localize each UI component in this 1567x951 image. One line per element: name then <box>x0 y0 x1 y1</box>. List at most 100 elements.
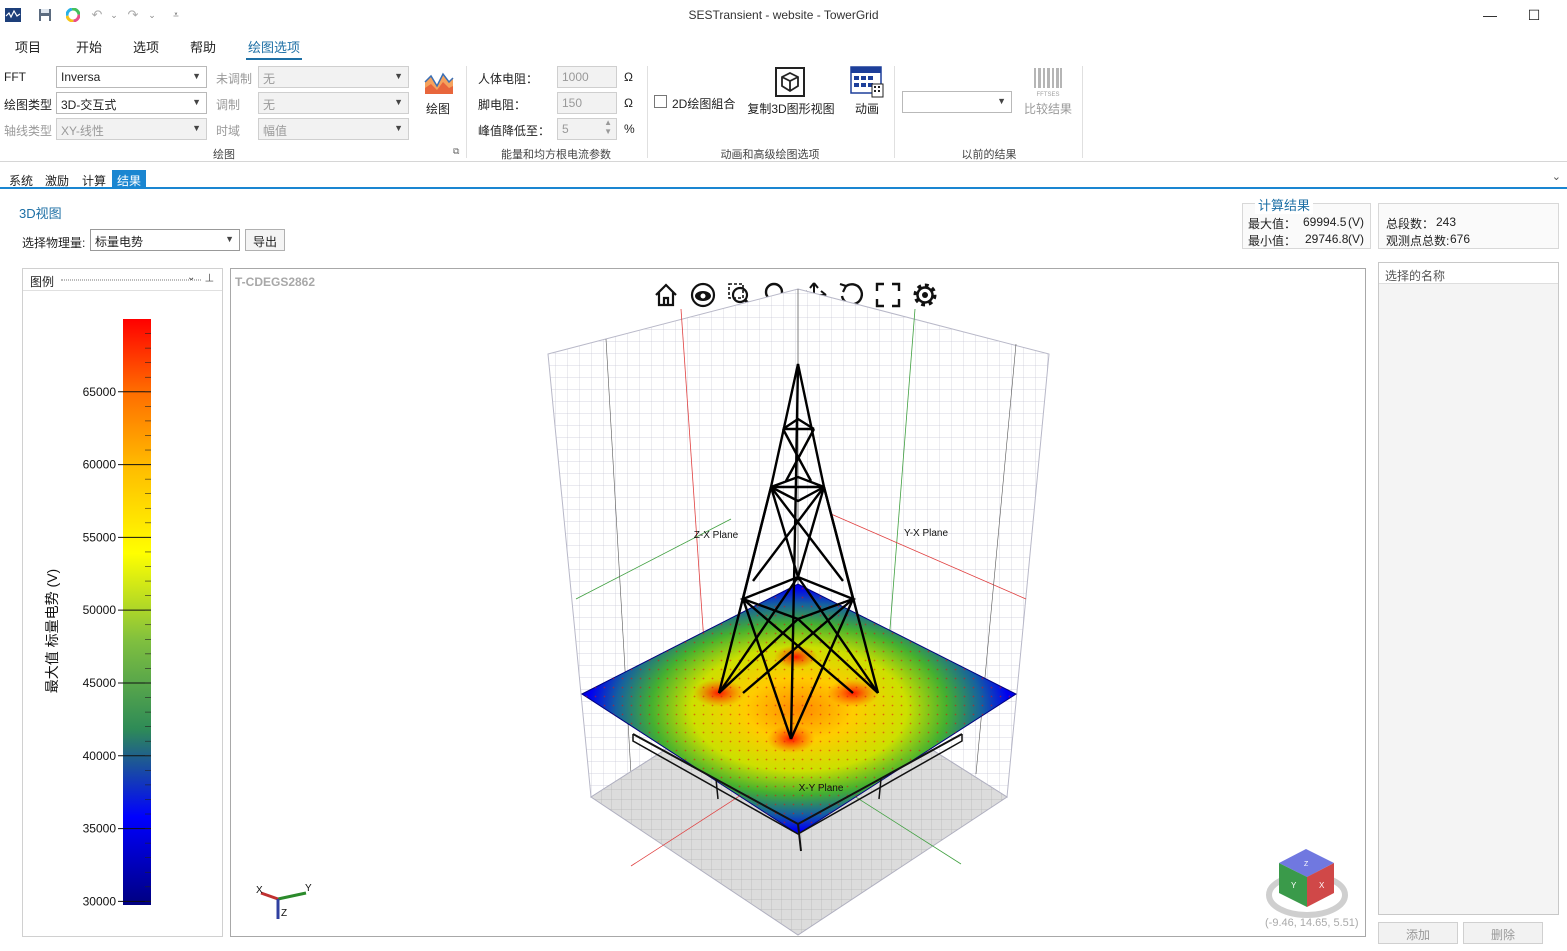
copy-3d-view-button[interactable]: 复制3D图形视图 <box>745 66 837 118</box>
chevron-down-icon: ▼ <box>394 71 403 81</box>
observation-label: 观测点总数: <box>1386 234 1450 248</box>
area-chart-icon <box>424 72 454 94</box>
compare-results-label: 比较结果 <box>1023 102 1072 116</box>
plot-type-value: 3D-交互式 <box>61 98 117 112</box>
legend-grip <box>61 279 201 281</box>
export-button[interactable]: 导出 <box>245 229 285 251</box>
plot-type-label: 绘图类型 <box>4 98 53 112</box>
tab-system[interactable]: 系统 <box>4 170 38 189</box>
unmodulated-value: 无 <box>263 72 276 86</box>
menu-options[interactable]: 选项 <box>133 37 159 56</box>
legend-header: 图例 ⌄ ⊣ <box>23 269 222 291</box>
add-button[interactable]: 添加 <box>1378 922 1458 944</box>
foot-resistance-input[interactable]: 150 <box>557 92 617 114</box>
min-label: 最小值： <box>1248 234 1297 248</box>
ribbon-separator <box>1082 66 1083 158</box>
plot-button[interactable]: 绘图 <box>420 66 456 118</box>
axis-x-label: X <box>256 885 263 896</box>
results-content: 3D视图 选择物理量: 标量电势 ▼ 导出 计算结果 最大值： 69994.5 (… <box>0 191 1567 951</box>
min-value: 29746.8 <box>1305 232 1349 246</box>
legend-tick-label: 65000 <box>83 385 117 399</box>
ribbon-separator <box>647 66 648 158</box>
max-unit: (V) <box>1348 215 1364 229</box>
delete-button[interactable]: 删除 <box>1463 922 1543 944</box>
fft-label: FFT <box>4 70 26 84</box>
previous-group-label: 以前的结果 <box>961 149 1017 161</box>
pin-icon[interactable]: ⊣ <box>202 273 215 283</box>
quantity-select[interactable]: 标量电势 ▼ <box>90 229 240 251</box>
calc-results-box: 计算结果 最大值： 69994.5 (V) 最小值： 29746.8 (V) <box>1242 195 1371 249</box>
copy-3d-view-label: 复制3D图形视图 <box>747 102 835 116</box>
tab-computation[interactable]: 计算 <box>77 170 111 189</box>
combine-2d-label: 2D绘图組合 <box>672 97 736 111</box>
chevron-down-icon: ▼ <box>394 97 403 107</box>
legend-tick-label: 50000 <box>83 603 117 617</box>
plot-group-label: 绘图 <box>213 149 235 161</box>
collapse-ribbon-icon[interactable]: ⌄ <box>1552 170 1561 183</box>
modulated-value: 无 <box>263 98 276 112</box>
compare-results-button[interactable]: FFTSES 比较结果 <box>1020 66 1076 118</box>
legend-tick-label: 40000 <box>83 749 117 763</box>
chevron-down-icon: ▼ <box>997 96 1006 106</box>
quantity-label: 选择物理量: <box>22 236 86 250</box>
ribbon: FFT Inversa ▼ 绘图类型 3D-交互式 ▼ 轴线类型 XY-线性 ▼ 未调… <box>0 60 1567 162</box>
legend-tick-label: 35000 <box>83 822 117 836</box>
chevron-down-icon: ▼ <box>192 123 201 133</box>
chevron-down-icon: ▼ <box>225 234 234 244</box>
zx-plane-label: Z-X Plane <box>694 530 739 541</box>
max-value: 69994.5 <box>1303 215 1347 229</box>
fft-select[interactable]: Inversa ▼ <box>56 66 207 88</box>
legend-panel: 图例 ⌄ ⊣ 65000 60000 55000 50000 45000 400… <box>22 268 223 937</box>
minimize-button[interactable]: — <box>1478 4 1502 26</box>
foot-resistance-label: 脚电阻： <box>478 98 527 112</box>
dialog-launcher-icon[interactable]: ⧉ <box>453 146 459 157</box>
animation-button[interactable]: 动画 <box>848 66 886 118</box>
axis-triad: X Y Z <box>256 883 312 919</box>
menu-plot-options[interactable]: 绘图选项 <box>245 37 303 60</box>
axis-z-label: Z <box>281 908 287 919</box>
peak-reduction-stepper[interactable]: 5 ▲ ▼ <box>557 118 617 140</box>
menu-start[interactable]: 开始 <box>76 37 102 56</box>
animation-group-label: 动画和高级绘图选项 <box>720 149 820 161</box>
legend-axis-title: 最大值 标量电势 (V) <box>44 569 60 693</box>
previous-results-select[interactable]: ▼ <box>902 91 1012 113</box>
body-resistance-input[interactable]: 1000 <box>557 66 617 88</box>
menu-help[interactable]: 帮助 <box>190 37 216 56</box>
ohm-unit: Ω <box>624 96 633 110</box>
menu-project[interactable]: 项目 <box>15 37 41 56</box>
tab-results[interactable]: 结果 <box>112 170 147 189</box>
animation-icon <box>850 66 884 98</box>
menu-bar: 项目 开始 选项 帮助 绘图选项 <box>0 30 1567 60</box>
selection-title: 选择的名称 <box>1385 269 1446 283</box>
legend-menu-icon[interactable]: ⌄ <box>187 272 195 283</box>
energy-group-label: 能量和均方根电流参数 <box>501 149 611 161</box>
3d-viewport[interactable]: T-CDEGS2862 Z-X Plane Y-X Plane X-Y Plan… <box>230 268 1366 937</box>
observation-value: 676 <box>1450 232 1471 246</box>
percent-unit: % <box>624 122 635 136</box>
legend-tick-label: 30000 <box>83 894 117 908</box>
combine-2d-checkbox[interactable] <box>654 95 667 108</box>
peak-reduction-value: 5 <box>562 122 569 136</box>
xy-plane-label: X-Y Plane <box>799 783 844 794</box>
modulated-select[interactable]: 无 ▼ <box>258 92 409 114</box>
selection-header: 选择的名称 <box>1379 263 1558 284</box>
plot-type-select[interactable]: 3D-交互式 ▼ <box>56 92 207 114</box>
maximize-button[interactable]: ☐ <box>1522 4 1546 26</box>
app-window: ↶ ⌄ ↷ ⌄ ⩡ SESTransient - website - Tower… <box>0 0 1567 951</box>
window-title: SESTransient - website - TowerGrid <box>688 8 879 22</box>
tab-excitation[interactable]: 激励 <box>40 170 74 189</box>
calc-results-title: 计算结果 <box>1255 195 1314 214</box>
time-domain-select[interactable]: 幅值 ▼ <box>258 118 409 140</box>
cube-outline-icon <box>775 67 805 97</box>
modulated-label: 调制 <box>216 98 241 112</box>
spin-arrows-icon[interactable]: ▲ ▼ <box>604 118 612 136</box>
unmodulated-select[interactable]: 无 ▼ <box>258 66 409 88</box>
axis-type-value: XY-线性 <box>61 124 104 138</box>
chevron-down-icon: ▼ <box>192 97 201 107</box>
peak-reduction-label: 峰值降低至： <box>478 124 551 138</box>
view-title: 3D视图 <box>19 206 62 221</box>
selection-panel: 选择的名称 <box>1378 262 1559 915</box>
view-cube[interactable]: Y X Z <box>1266 849 1348 918</box>
axis-type-select[interactable]: XY-线性 ▼ <box>56 118 207 140</box>
cube-face-x: X <box>1319 881 1325 890</box>
